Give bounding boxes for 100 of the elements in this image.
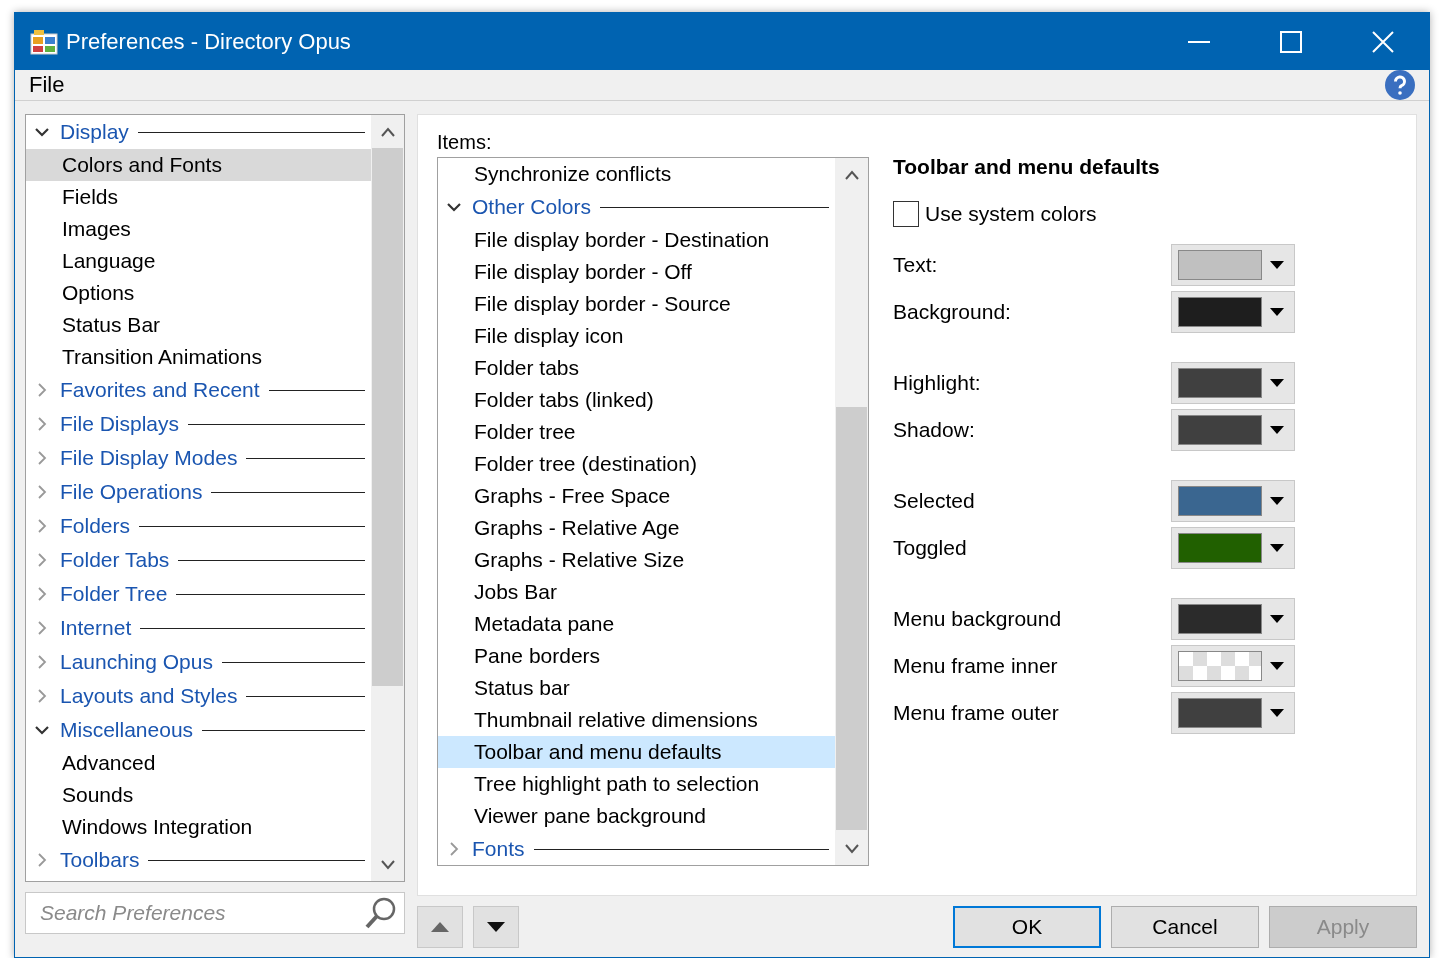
dropdown-arrow-icon bbox=[1270, 543, 1284, 552]
color-dropdown[interactable] bbox=[1171, 526, 1295, 569]
category-row[interactable]: Layouts and Styles bbox=[26, 679, 371, 713]
category-row[interactable]: Internet bbox=[26, 611, 371, 645]
list-item[interactable]: Colors and Fonts bbox=[26, 149, 371, 181]
color-label: Text: bbox=[893, 252, 938, 277]
list-item[interactable]: Images bbox=[26, 213, 371, 245]
maximize-icon[interactable] bbox=[1280, 30, 1302, 53]
list-item[interactable]: Folder tabs (linked) bbox=[438, 384, 835, 416]
category-label: Fonts bbox=[472, 837, 525, 861]
dropdown-arrow-icon bbox=[1270, 307, 1284, 316]
list-item[interactable]: File display border - Destination bbox=[438, 224, 835, 256]
list-item[interactable]: File display border - Off bbox=[438, 256, 835, 288]
category-label: Miscellaneous bbox=[60, 718, 194, 742]
arrow-down-icon[interactable] bbox=[844, 843, 859, 854]
category-row[interactable]: Other Colors bbox=[438, 190, 835, 224]
list-item[interactable]: Thumbnail relative dimensions bbox=[438, 704, 835, 736]
category-label: Display bbox=[60, 120, 129, 144]
arrow-down-icon bbox=[487, 922, 505, 932]
list-item[interactable]: Transition Animations bbox=[26, 341, 371, 373]
color-dropdown[interactable] bbox=[1171, 479, 1295, 522]
menu-item[interactable]: File bbox=[29, 72, 65, 98]
list-item[interactable]: Jobs Bar bbox=[438, 576, 835, 608]
list-item[interactable]: Language bbox=[26, 245, 371, 277]
move-down-button[interactable] bbox=[473, 906, 519, 948]
list-item[interactable]: Folder tree bbox=[438, 416, 835, 448]
list-item[interactable]: Folder tabs bbox=[438, 352, 835, 384]
dropdown-arrow-icon bbox=[1270, 708, 1284, 717]
dropdown-arrow-icon bbox=[1270, 661, 1284, 670]
list-item[interactable]: Status Bar bbox=[26, 309, 371, 341]
items-label: Items: bbox=[437, 131, 493, 155]
scrollbar-thumb[interactable] bbox=[836, 407, 867, 830]
category-row[interactable]: Folder Tree bbox=[26, 577, 371, 611]
list-item[interactable]: Metadata pane bbox=[438, 608, 835, 640]
list-item[interactable]: Status bar bbox=[438, 672, 835, 704]
category-row[interactable]: Folder Tabs bbox=[26, 543, 371, 577]
search-icon[interactable] bbox=[364, 896, 398, 930]
help-icon[interactable] bbox=[1385, 70, 1415, 100]
color-label: Menu frame inner bbox=[893, 653, 1058, 678]
color-dropdown[interactable] bbox=[1171, 408, 1295, 451]
list-item[interactable]: Folder tree (destination) bbox=[438, 448, 835, 480]
search-box[interactable]: Search Preferences bbox=[25, 892, 405, 934]
list-item[interactable]: Viewer pane background bbox=[438, 800, 835, 832]
category-row[interactable]: Folders bbox=[26, 509, 371, 543]
checkbox-box[interactable] bbox=[893, 201, 919, 227]
category-row[interactable]: File Operations bbox=[26, 475, 371, 509]
list-item[interactable]: Graphs - Relative Size bbox=[438, 544, 835, 576]
move-up-button[interactable] bbox=[417, 906, 463, 948]
list-item[interactable]: Synchronize conflicts bbox=[438, 158, 835, 190]
category-row[interactable]: Display bbox=[26, 115, 371, 149]
category-row[interactable]: Toolbars bbox=[26, 843, 371, 877]
close-icon[interactable] bbox=[1372, 30, 1394, 53]
dropdown-arrow-icon bbox=[1270, 614, 1284, 623]
scrollbar[interactable] bbox=[835, 158, 868, 865]
list-item[interactable]: Toolbar and menu defaults bbox=[438, 736, 835, 768]
color-label: Menu background bbox=[893, 606, 1062, 631]
window-title: Preferences - Directory Opus bbox=[66, 28, 352, 55]
dialog-button[interactable]: Cancel bbox=[1111, 906, 1259, 948]
list-item[interactable]: Fields bbox=[26, 181, 371, 213]
list-item[interactable]: Advanced bbox=[26, 747, 371, 779]
list-item[interactable]: Pane borders bbox=[438, 640, 835, 672]
color-dropdown[interactable] bbox=[1171, 644, 1295, 687]
color-dropdown[interactable] bbox=[1171, 691, 1295, 734]
list-item[interactable]: Tree highlight path to selection bbox=[438, 768, 835, 800]
scrollbar-thumb[interactable] bbox=[372, 148, 403, 686]
category-label: Folders bbox=[60, 514, 131, 538]
color-dropdown[interactable] bbox=[1171, 597, 1295, 640]
arrow-up-icon[interactable] bbox=[844, 169, 859, 180]
list-item[interactable]: Sounds bbox=[26, 779, 371, 811]
search-field[interactable]: Search Preferences bbox=[38, 900, 364, 926]
category-row[interactable]: Favorites and Recent bbox=[26, 373, 371, 407]
category-row[interactable]: Launching Opus bbox=[26, 645, 371, 679]
list-item[interactable]: Options bbox=[26, 277, 371, 309]
color-label: Shadow: bbox=[893, 417, 975, 442]
dropdown-arrow-icon bbox=[1270, 425, 1284, 434]
list-item[interactable]: Graphs - Free Space bbox=[438, 480, 835, 512]
color-label: Menu frame outer bbox=[893, 700, 1059, 725]
category-label: File Operations bbox=[60, 480, 203, 504]
color-dropdown[interactable] bbox=[1171, 361, 1295, 404]
checkbox[interactable]: Use system colors bbox=[893, 201, 1295, 227]
dropdown-arrow-icon bbox=[1270, 378, 1284, 387]
color-dropdown[interactable] bbox=[1171, 243, 1295, 286]
dialog-button[interactable]: OK bbox=[953, 906, 1101, 948]
color-label: Highlight: bbox=[893, 370, 981, 395]
category-row[interactable]: Miscellaneous bbox=[26, 713, 371, 747]
arrow-down-icon[interactable] bbox=[380, 859, 395, 870]
category-label: File Display Modes bbox=[60, 446, 238, 470]
section-title: Toolbar and menu defaults bbox=[893, 155, 1161, 179]
category-label: Launching Opus bbox=[60, 650, 213, 674]
list-item[interactable]: Graphs - Relative Age bbox=[438, 512, 835, 544]
category-row[interactable]: File Displays bbox=[26, 407, 371, 441]
list-item[interactable]: Windows Integration bbox=[26, 811, 371, 843]
list-item[interactable]: File display icon bbox=[438, 320, 835, 352]
category-row[interactable]: File Display Modes bbox=[26, 441, 371, 475]
list-item[interactable]: File display border - Source bbox=[438, 288, 835, 320]
category-row[interactable]: Fonts bbox=[438, 832, 835, 865]
color-dropdown[interactable] bbox=[1171, 290, 1295, 333]
arrow-up-icon[interactable] bbox=[380, 126, 395, 137]
minimize-icon[interactable] bbox=[1188, 40, 1210, 43]
scrollbar[interactable] bbox=[371, 115, 404, 881]
